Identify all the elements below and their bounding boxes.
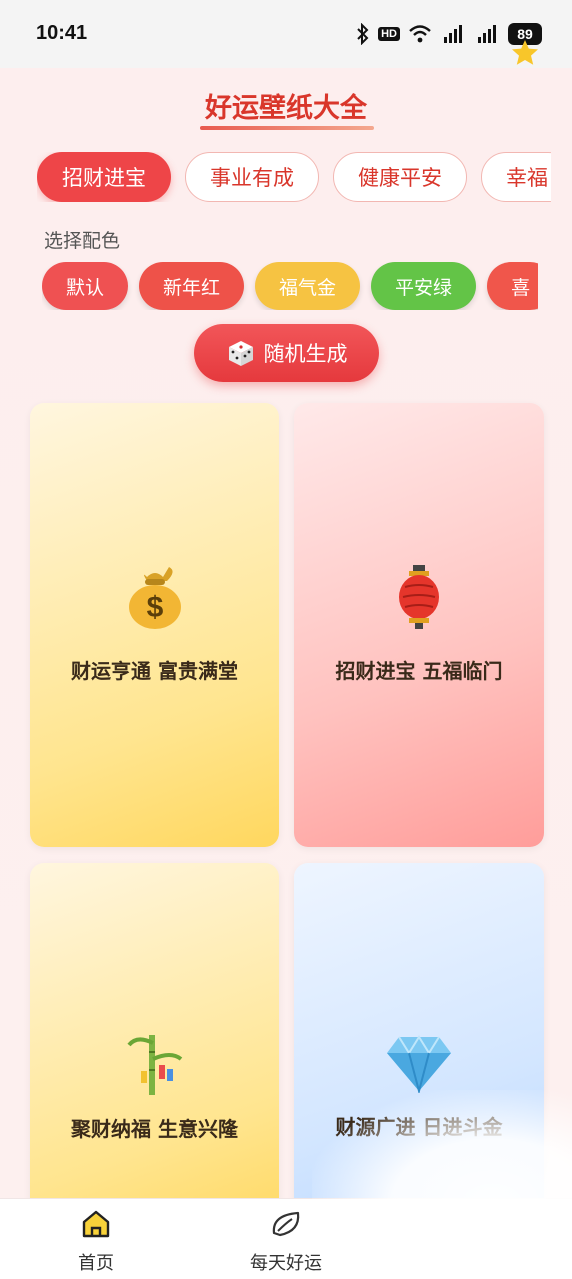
gem-icon bbox=[294, 1033, 544, 1097]
money-bag-icon: $ bbox=[30, 563, 279, 635]
tab-shiye[interactable]: 事业有成 bbox=[185, 152, 319, 202]
bottom-nav: 首页 每天好运 bbox=[0, 1198, 572, 1279]
title-underline bbox=[200, 126, 374, 130]
color-option-peace-green[interactable]: 平安绿 bbox=[371, 262, 477, 310]
leaf-icon bbox=[272, 1211, 300, 1237]
color-option-newyear-red[interactable]: 新年红 bbox=[139, 262, 245, 310]
category-tabs: 招财进宝 事业有成 健康平安 幸福 bbox=[37, 152, 551, 202]
star-icon bbox=[512, 40, 538, 65]
random-generate-label: 随机生成 bbox=[263, 342, 348, 366]
wallpaper-card-4[interactable]: 财源广进 日进斗金 bbox=[294, 863, 544, 1198]
tab-zhaocai[interactable]: 招财进宝 bbox=[37, 152, 171, 202]
tab-jiankang[interactable]: 健康平安 bbox=[333, 152, 467, 202]
random-generate-button[interactable]: 随机生成 bbox=[194, 324, 379, 382]
nav-item-home[interactable]: 首页 bbox=[36, 1209, 156, 1275]
main-content: 好运壁纸大全 招财进宝 事业有成 健康平安 幸福 选择配色 默认 新年红 福气金… bbox=[0, 68, 572, 1198]
color-option-fortune-gold[interactable]: 福气金 bbox=[255, 262, 361, 310]
bluetooth-icon bbox=[357, 23, 369, 45]
wallpaper-card-1[interactable]: $ 财运亨通 富贵满堂 bbox=[30, 403, 279, 847]
svg-text:$: $ bbox=[146, 591, 163, 624]
card-text: 聚财纳福 生意兴隆 bbox=[71, 1117, 238, 1141]
color-options: 默认 新年红 福气金 平安绿 喜 bbox=[42, 262, 538, 310]
card-text: 招财进宝 五福临门 bbox=[335, 659, 503, 683]
nav-label-home: 首页 bbox=[78, 1253, 114, 1274]
color-option-xi[interactable]: 喜 bbox=[487, 262, 538, 310]
color-option-default[interactable]: 默认 bbox=[42, 262, 129, 310]
status-time: 10:41 bbox=[36, 22, 88, 44]
page-title: 好运壁纸大全 bbox=[205, 93, 367, 124]
nav-item-daily-luck[interactable]: 每天好运 bbox=[226, 1209, 346, 1275]
home-icon bbox=[82, 1210, 110, 1238]
signal-5g-icon-2 bbox=[478, 25, 496, 43]
tab-xingfu[interactable]: 幸福 bbox=[481, 152, 551, 202]
signal-5g-icon bbox=[444, 25, 462, 43]
status-bar: 10:41 HD 89 bbox=[0, 0, 572, 68]
color-section-label: 选择配色 bbox=[44, 230, 121, 252]
bamboo-icon bbox=[30, 1029, 279, 1101]
nav-label-daily-luck: 每天好运 bbox=[250, 1253, 322, 1274]
wifi-icon bbox=[409, 25, 431, 43]
card-text: 财源广进 日进斗金 bbox=[335, 1115, 503, 1139]
hd-badge: HD bbox=[378, 27, 400, 41]
lantern-icon bbox=[294, 563, 544, 635]
card-text: 财运亨通 富贵满堂 bbox=[71, 659, 238, 683]
wallpaper-card-2[interactable]: 招财进宝 五福临门 bbox=[294, 403, 544, 847]
wallpaper-card-3[interactable]: 聚财纳福 生意兴隆 bbox=[30, 863, 279, 1198]
dice-icon bbox=[228, 341, 253, 366]
